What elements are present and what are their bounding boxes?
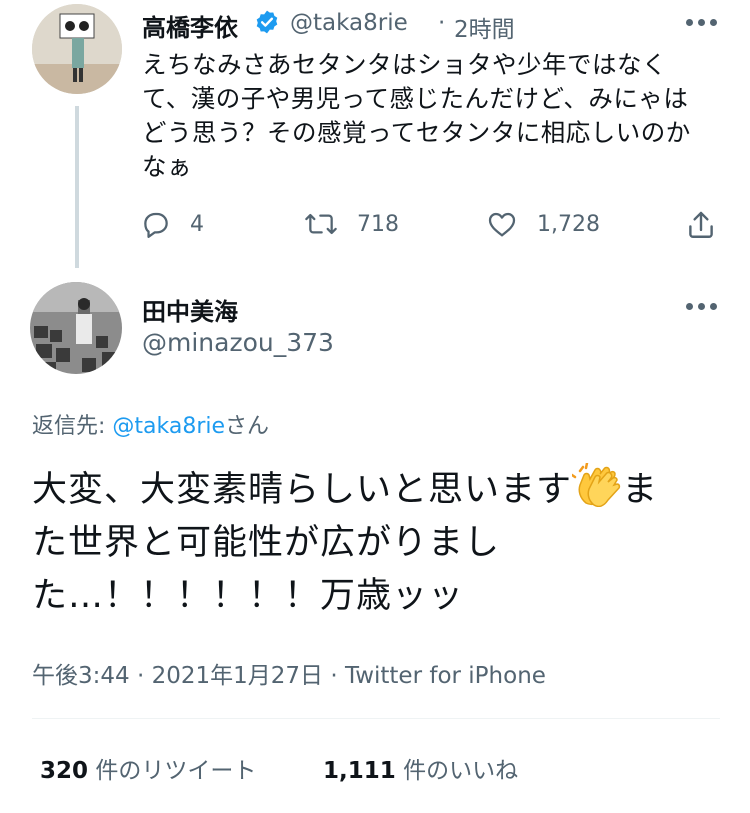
share-icon[interactable] <box>684 208 718 246</box>
tweet-time[interactable]: 2時間 <box>454 10 515 44</box>
reply-button[interactable]: 4 <box>140 208 204 240</box>
timestamp[interactable]: 午後3:44 · 2021年1月27日 · <box>32 663 345 689</box>
retweet-stat-count: 320 <box>40 758 89 784</box>
like-count: 1,728 <box>537 211 600 237</box>
tweet-text: えちなみさあセタンタはショタや少年ではなく て、漢の子や男児って感じたんだけど、… <box>142 48 732 184</box>
reply-text-line: た世界と可能性が広がりまし <box>32 523 501 563</box>
reply-to-prefix: 返信先: <box>32 414 113 439</box>
retweet-stat[interactable]: 320 件のリツイート <box>40 751 256 785</box>
tweet-source[interactable]: Twitter for iPhone <box>345 663 546 689</box>
reply-count: 4 <box>190 211 204 237</box>
retweet-button[interactable]: 718 <box>303 208 399 240</box>
tweet-text-line: どう思う？その感覚ってセタンタに相応しいのか <box>142 118 691 147</box>
more-icon[interactable] <box>686 16 720 28</box>
like-stat-label: 件のいいね <box>395 758 519 784</box>
avatar-takahashi[interactable] <box>32 4 122 94</box>
retweet-icon <box>305 213 337 235</box>
reply-text: 大変、大変素晴らしいと思います ま た世界と可能性が広がりまし た…！！！！！！… <box>32 461 732 623</box>
retweet-count: 718 <box>357 211 399 237</box>
retweet-stat-label: 件のリツイート <box>88 758 257 784</box>
tweet-text-line: えちなみさあセタンタはショタや少年ではなく <box>142 50 667 79</box>
like-stat[interactable]: 1,111 件のいいね <box>323 751 518 785</box>
like-button[interactable]: 1,728 <box>485 208 600 240</box>
reply-to-line: 返信先: @taka8rieさん <box>32 408 269 440</box>
like-stat-count: 1,111 <box>323 758 396 784</box>
verified-icon <box>254 9 280 35</box>
tweet-text-line: て、漢の子や男児って感じたんだけど、みにゃは <box>142 84 689 113</box>
separator: · <box>438 10 446 36</box>
clapping-hands-icon <box>570 461 622 508</box>
reply-to-handle[interactable]: @taka8rie <box>112 414 225 439</box>
tweet-text-line: なぁ <box>142 152 192 181</box>
reply-icon <box>144 212 168 238</box>
reply-more-icon[interactable] <box>686 300 720 312</box>
reply-to-suffix: さん <box>225 414 270 439</box>
like-icon <box>488 212 516 237</box>
reply-display-name[interactable]: 田中美海 <box>142 292 238 327</box>
reply-text-line: た…！！！！！！万歳ッッ <box>32 576 465 616</box>
avatar-tanaka[interactable] <box>30 282 122 374</box>
reply-handle[interactable]: @minazou_373 <box>142 328 334 357</box>
timestamp-line: 午後3:44 · 2021年1月27日 · Twitter for iPhone <box>32 656 546 690</box>
reply-text-line: 大変、大変素晴らしいと思います <box>32 470 573 510</box>
divider <box>32 718 720 719</box>
display-name[interactable]: 高橋李依 <box>142 8 238 43</box>
thread-line <box>75 106 79 268</box>
reply-text-line: ま <box>622 470 659 510</box>
handle[interactable]: @taka8rie <box>290 10 408 36</box>
